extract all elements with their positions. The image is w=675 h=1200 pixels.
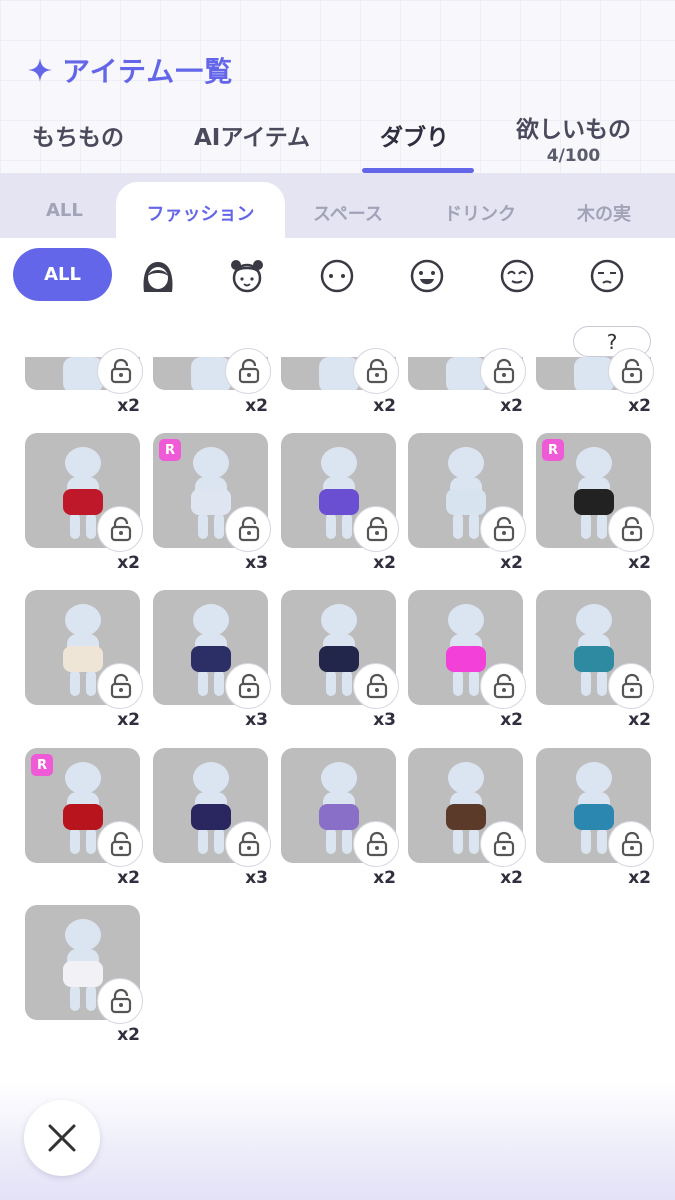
item-count: x2 bbox=[245, 396, 268, 416]
lock-icon[interactable] bbox=[353, 348, 399, 394]
header: アイテム一覧 もちもの AIアイテム ダブり 欲しいもの 4/100 bbox=[0, 0, 675, 173]
lock-icon[interactable] bbox=[480, 821, 526, 867]
lock-icon[interactable] bbox=[480, 506, 526, 552]
wishlist-count: 4/100 bbox=[546, 146, 601, 166]
category-fashion[interactable]: ファッション bbox=[116, 200, 285, 226]
tab-wishlist[interactable]: 欲しいもの 4/100 bbox=[516, 110, 631, 166]
item-count: x2 bbox=[628, 710, 651, 730]
lock-icon[interactable] bbox=[97, 978, 143, 1024]
face-closed-eyes-icon[interactable] bbox=[497, 256, 537, 296]
item-count: x2 bbox=[500, 868, 523, 888]
item-count: x2 bbox=[117, 553, 140, 573]
item-count: x2 bbox=[628, 553, 651, 573]
lock-icon[interactable] bbox=[97, 821, 143, 867]
face-smile-icon[interactable] bbox=[407, 256, 447, 296]
lock-icon[interactable] bbox=[353, 506, 399, 552]
item-count: x3 bbox=[245, 553, 268, 573]
page-title: アイテム一覧 bbox=[26, 50, 233, 90]
rare-badge: R bbox=[159, 439, 181, 461]
tab-ai-items[interactable]: AIアイテム bbox=[194, 118, 310, 152]
item-count: x2 bbox=[373, 868, 396, 888]
item-count: x2 bbox=[628, 868, 651, 888]
close-button[interactable] bbox=[24, 1100, 100, 1176]
item-count: x2 bbox=[117, 396, 140, 416]
face-eyes-icon[interactable] bbox=[317, 256, 357, 296]
item-count: x2 bbox=[117, 710, 140, 730]
item-count: x2 bbox=[117, 868, 140, 888]
lock-icon[interactable] bbox=[97, 663, 143, 709]
item-count: x2 bbox=[373, 396, 396, 416]
lock-icon[interactable] bbox=[608, 821, 654, 867]
tab-mochimono[interactable]: もちもの bbox=[32, 118, 124, 152]
lock-icon[interactable] bbox=[225, 506, 271, 552]
hair-icon[interactable] bbox=[138, 256, 178, 296]
item-count: x2 bbox=[500, 553, 523, 573]
sparkle-icon bbox=[28, 58, 52, 82]
tab-duplicates[interactable]: ダブり bbox=[380, 118, 449, 152]
lock-icon[interactable] bbox=[608, 663, 654, 709]
lock-icon[interactable] bbox=[353, 821, 399, 867]
face-sad-icon[interactable] bbox=[587, 256, 627, 296]
item-count: x3 bbox=[373, 710, 396, 730]
page-title-text: アイテム一覧 bbox=[62, 55, 234, 88]
lock-icon[interactable] bbox=[97, 506, 143, 552]
lock-icon[interactable] bbox=[225, 348, 271, 394]
item-count: x2 bbox=[373, 553, 396, 573]
category-nuts[interactable]: 木の実 bbox=[577, 200, 631, 226]
category-all[interactable]: ALL bbox=[46, 200, 83, 221]
lock-icon[interactable] bbox=[608, 348, 654, 394]
category-space[interactable]: スペース bbox=[313, 200, 383, 226]
lock-icon[interactable] bbox=[97, 348, 143, 394]
lock-icon[interactable] bbox=[608, 506, 654, 552]
item-count: x2 bbox=[500, 710, 523, 730]
close-icon bbox=[48, 1124, 76, 1152]
bottom-bar bbox=[0, 1082, 675, 1200]
item-count: x3 bbox=[245, 710, 268, 730]
item-count: x2 bbox=[500, 396, 523, 416]
tab-wishlist-label: 欲しいもの bbox=[516, 117, 631, 143]
rare-badge: R bbox=[542, 439, 564, 461]
head-accessory-icon[interactable] bbox=[227, 256, 267, 296]
item-count: x3 bbox=[245, 868, 268, 888]
item-count: x2 bbox=[117, 1025, 140, 1045]
lock-icon[interactable] bbox=[480, 663, 526, 709]
lock-icon[interactable] bbox=[353, 663, 399, 709]
filter-all-button[interactable]: ALL bbox=[13, 248, 112, 301]
rare-badge: R bbox=[31, 754, 53, 776]
lock-icon[interactable] bbox=[225, 663, 271, 709]
category-drink[interactable]: ドリンク bbox=[444, 200, 516, 226]
item-count: x2 bbox=[628, 396, 651, 416]
lock-icon[interactable] bbox=[480, 348, 526, 394]
lock-icon[interactable] bbox=[225, 821, 271, 867]
